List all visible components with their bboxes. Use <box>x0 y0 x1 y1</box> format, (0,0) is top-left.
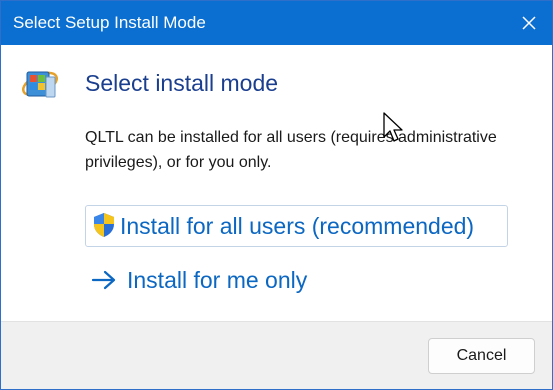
dialog-content: Select install mode QLTL can be installe… <box>1 45 552 321</box>
window-title: Select Setup Install Mode <box>13 13 206 32</box>
page-title: Select install mode <box>85 70 279 96</box>
close-icon <box>522 16 536 30</box>
install-all-users-button[interactable]: Install for all users (recommended) <box>85 205 508 247</box>
uac-shield-icon <box>94 213 114 237</box>
title-bar: Select Setup Install Mode <box>1 1 552 45</box>
close-button[interactable] <box>506 1 552 45</box>
install-me-only-button[interactable]: Install for me only <box>91 263 307 297</box>
setup-dialog: Select Setup Install Mode Select install… <box>0 0 553 390</box>
setup-installer-icon <box>21 71 59 98</box>
description-text: QLTL can be installed for all users (req… <box>85 129 497 171</box>
mouse-pointer-icon <box>383 112 403 142</box>
install-me-only-label: Install for me only <box>127 267 308 293</box>
arrow-right-icon <box>91 270 116 290</box>
install-all-users-label: Install for all users (recommended) <box>120 213 475 239</box>
dialog-footer: Cancel <box>1 321 552 389</box>
cancel-button[interactable]: Cancel <box>428 338 535 374</box>
